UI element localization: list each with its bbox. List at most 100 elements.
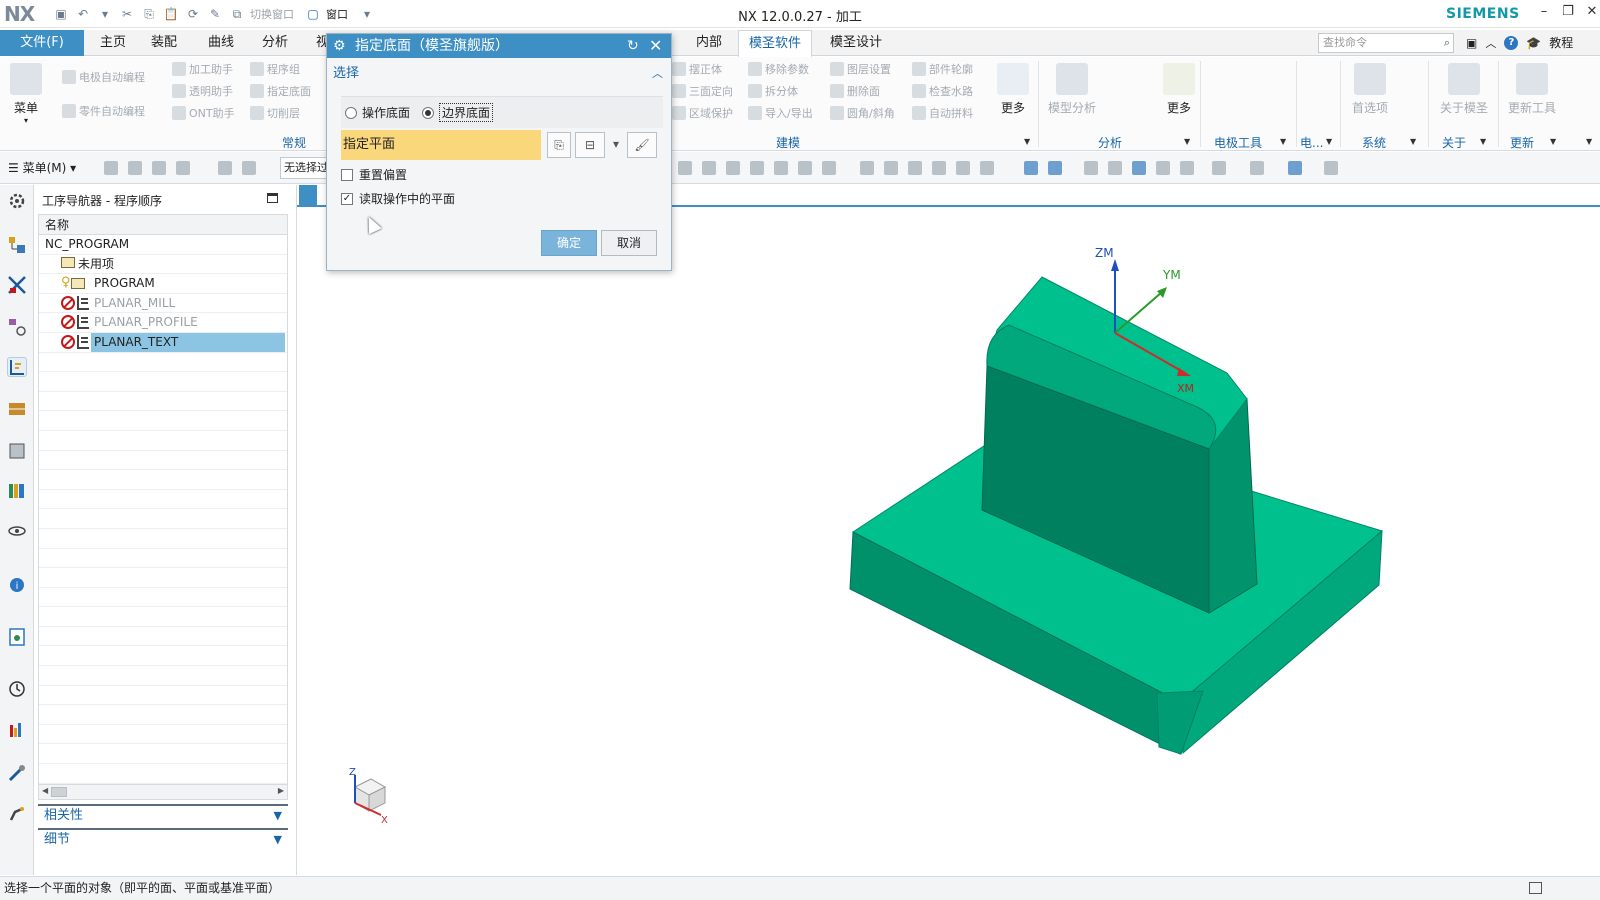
view-icon[interactable] bbox=[1048, 161, 1062, 175]
machining-assistant-button[interactable]: 加工助手 bbox=[172, 61, 233, 77]
layer-settings-button[interactable]: 图层设置 bbox=[830, 61, 891, 77]
reset-offset-checkbox[interactable]: 重置偏置 bbox=[341, 166, 407, 183]
tab-home[interactable]: 主页 bbox=[90, 30, 136, 56]
snap-icon[interactable] bbox=[750, 161, 764, 175]
electrode-short-dropdown-icon[interactable]: ▼ bbox=[1326, 137, 1332, 146]
view-triad[interactable]: Z X bbox=[349, 767, 388, 826]
checkbox-box[interactable] bbox=[341, 168, 353, 181]
update-group-dropdown-icon[interactable]: ▼ bbox=[1550, 137, 1556, 146]
specify-floor-button[interactable]: 指定底面 bbox=[250, 83, 311, 99]
tab-assembly[interactable]: 装配 bbox=[141, 30, 187, 56]
paste-icon[interactable]: 📋 bbox=[162, 5, 180, 23]
snap-icon[interactable] bbox=[678, 161, 692, 175]
scroll-left-icon[interactable]: ◀ bbox=[42, 786, 48, 795]
tree-row-planar-profile[interactable]: PLANAR_PROFILE bbox=[39, 313, 287, 333]
tab-mosheng-software[interactable]: 模圣软件 bbox=[738, 30, 813, 57]
roles-icon[interactable] bbox=[7, 721, 27, 741]
snap-icon[interactable] bbox=[774, 161, 788, 175]
machining-feature-navigator-icon[interactable] bbox=[7, 441, 27, 461]
radio-dot-selected[interactable] bbox=[422, 106, 435, 119]
command-search-input[interactable]: 查找命令 ⌕ bbox=[1318, 33, 1454, 53]
tab-internal[interactable]: 内部 bbox=[686, 30, 732, 56]
area-protect-button[interactable]: 区域保护 bbox=[672, 105, 733, 121]
tab-curve[interactable]: 曲线 bbox=[198, 30, 244, 56]
touch-mode-icon[interactable]: ✎ bbox=[206, 5, 224, 23]
tool-library-icon[interactable] bbox=[7, 763, 27, 783]
filter-icon[interactable] bbox=[176, 161, 190, 175]
filter-icon[interactable] bbox=[128, 161, 142, 175]
info-icon[interactable]: i bbox=[7, 573, 27, 593]
snap-icon[interactable] bbox=[726, 161, 740, 175]
about-mosheng-button[interactable]: 关于模圣 bbox=[1436, 63, 1492, 116]
filter-icon[interactable] bbox=[242, 161, 256, 175]
layout-icon[interactable] bbox=[1212, 161, 1226, 175]
modeling-more-button[interactable]: 更多 bbox=[996, 63, 1030, 116]
chevron-down-icon[interactable]: ▼ bbox=[274, 806, 282, 826]
snap-icon[interactable] bbox=[980, 161, 994, 175]
snap-icon[interactable] bbox=[932, 161, 946, 175]
snap-icon[interactable] bbox=[908, 161, 922, 175]
pan-icon[interactable] bbox=[1156, 161, 1170, 175]
selection-group-header[interactable]: 选择 ︿ bbox=[333, 64, 665, 84]
undo-icon[interactable]: ↶ bbox=[74, 5, 92, 23]
delete-face-button[interactable]: 删除面 bbox=[830, 83, 880, 99]
tutorial-link[interactable]: 教程 bbox=[1549, 34, 1573, 51]
reset-icon[interactable]: ↻ bbox=[627, 34, 639, 58]
check-waterline-button[interactable]: 检查水路 bbox=[912, 83, 973, 99]
fullscreen-icon[interactable] bbox=[1529, 882, 1542, 894]
update-tools-button[interactable]: 更新工具 bbox=[1504, 63, 1560, 116]
operation-floor-radio[interactable]: 操作底面 bbox=[345, 104, 410, 121]
system-group-dropdown-icon[interactable]: ▼ bbox=[1410, 137, 1416, 146]
cancel-button[interactable]: 取消 bbox=[601, 230, 657, 256]
auto-stock-button[interactable]: 自动拼料 bbox=[912, 105, 973, 121]
switch-window-label[interactable]: 切换窗口 bbox=[250, 6, 294, 22]
split-body-button[interactable]: 拆分体 bbox=[748, 83, 798, 99]
switch-window-icon[interactable]: ⧉ bbox=[228, 5, 246, 23]
shading-icon[interactable] bbox=[1250, 161, 1264, 175]
snap-icon[interactable] bbox=[822, 161, 836, 175]
menu-big-button[interactable]: 菜单 ▾ bbox=[8, 63, 44, 125]
model-viewport[interactable]: ZM YM XM Z X bbox=[297, 185, 1600, 875]
undo-dropdown-icon[interactable]: ▾ bbox=[96, 5, 114, 23]
gear-icon[interactable]: ⚙ bbox=[333, 34, 346, 58]
visualization-eye-icon[interactable] bbox=[7, 521, 27, 541]
close-icon[interactable]: ✕ bbox=[649, 34, 662, 58]
customize-dropdown-icon[interactable]: ▾ bbox=[358, 5, 376, 23]
operation-navigator-icon[interactable] bbox=[7, 357, 27, 377]
window-menu-label[interactable]: 窗口 bbox=[326, 6, 348, 22]
machine-tool-navigator-icon[interactable] bbox=[7, 399, 27, 419]
analysis-more-button[interactable]: 更多 bbox=[1162, 63, 1196, 116]
close-window-icon[interactable]: ✕ bbox=[1584, 4, 1600, 19]
restore-icon[interactable]: ❐ bbox=[1560, 4, 1576, 19]
ont-assistant-button[interactable]: ONT助手 bbox=[172, 105, 235, 121]
maximize-panel-icon[interactable] bbox=[267, 193, 278, 203]
snap-icon[interactable] bbox=[798, 161, 812, 175]
program-group-button[interactable]: 程序组 bbox=[250, 61, 300, 77]
section-icon[interactable] bbox=[1324, 161, 1338, 175]
rotate-icon[interactable] bbox=[1132, 161, 1146, 175]
scroll-right-icon[interactable]: ▶ bbox=[278, 786, 284, 795]
boundary-floor-radio[interactable]: 边界底面 bbox=[422, 103, 494, 122]
model-analysis-button[interactable]: 模型分析 bbox=[1046, 63, 1098, 116]
tree-row-nc-program[interactable]: NC_PROGRAM bbox=[39, 235, 287, 255]
minimize-icon[interactable]: – bbox=[1536, 4, 1552, 19]
ribbon-options-dropdown-icon[interactable]: ▼ bbox=[1586, 137, 1592, 146]
remove-params-button[interactable]: 移除参数 bbox=[748, 61, 809, 77]
view-icon[interactable] bbox=[1024, 161, 1038, 175]
brush-icon[interactable]: 🖌 bbox=[627, 132, 657, 158]
details-panel[interactable]: 细节 ▼ bbox=[38, 828, 288, 850]
constraint-navigator-icon[interactable] bbox=[7, 275, 27, 295]
render-icon[interactable] bbox=[1180, 161, 1194, 175]
collapse-ribbon-icon[interactable]: ︿ bbox=[1485, 35, 1496, 51]
snap-icon[interactable] bbox=[702, 161, 716, 175]
filter-icon[interactable] bbox=[152, 161, 166, 175]
three-face-orient-button[interactable]: 三面定向 bbox=[672, 83, 733, 99]
preferences-button[interactable]: 首选项 bbox=[1348, 63, 1392, 116]
import-export-button[interactable]: 导入/导出 bbox=[748, 105, 813, 121]
plane-dialog-button[interactable]: ⎘ bbox=[547, 132, 571, 158]
about-group-dropdown-icon[interactable]: ▼ bbox=[1480, 137, 1486, 146]
horizontal-scrollbar[interactable]: ◀ ▶ bbox=[38, 784, 288, 800]
tree-row-planar-text[interactable]: PLANAR_TEXT bbox=[39, 332, 287, 353]
filter-icon[interactable] bbox=[218, 161, 232, 175]
fillet-chamfer-button[interactable]: 圆角/斜角 bbox=[830, 105, 895, 121]
